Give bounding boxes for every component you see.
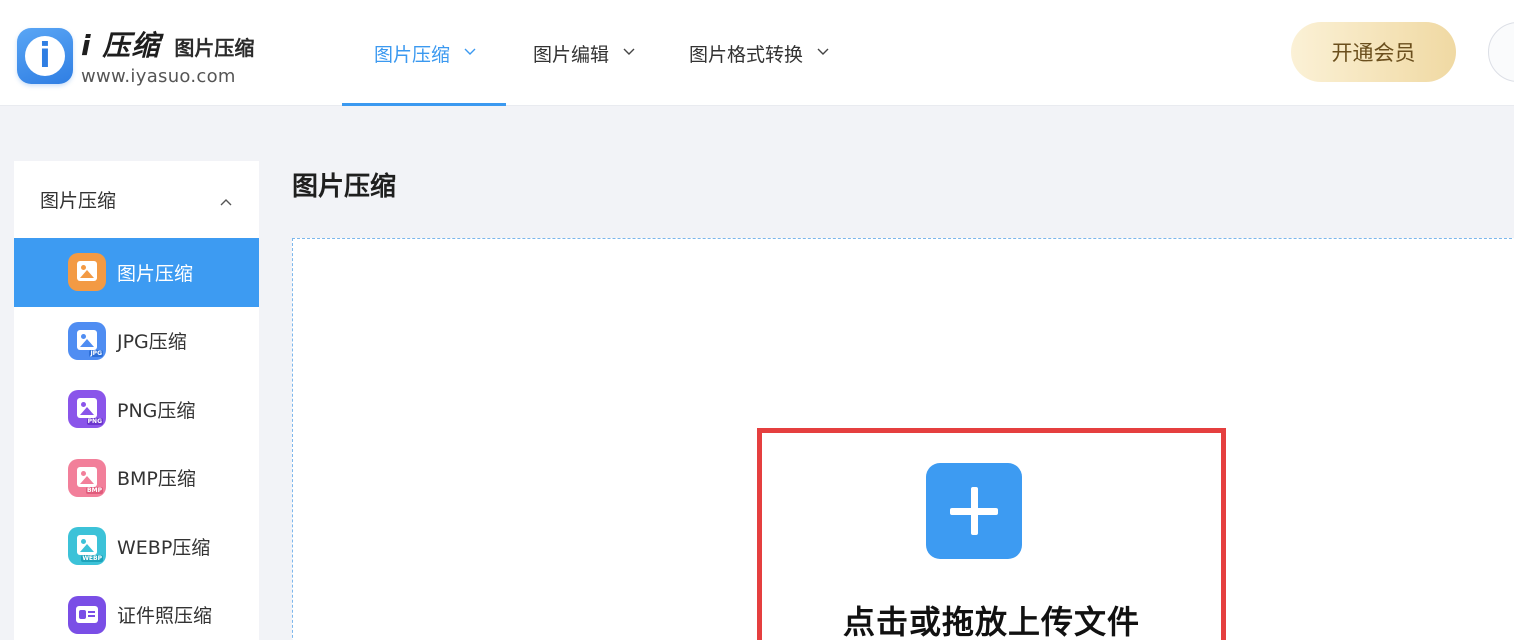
nav-label: 图片压缩 (373, 43, 450, 66)
sidebar-item-jpg[interactable]: JPG JPG压缩 (14, 307, 259, 376)
sidebar-item-label: PNG压缩 (117, 399, 196, 422)
sidebar-group-label: 图片压缩 (40, 190, 117, 212)
icon-tag: JPG (89, 349, 103, 357)
sidebar-item-id-photo[interactable]: 证件照压缩 (14, 581, 259, 640)
chevron-down-icon (817, 48, 829, 58)
avatar[interactable] (1488, 22, 1514, 82)
png-icon: PNG (68, 390, 106, 429)
sidebar-item-label: 证件照压缩 (117, 605, 213, 628)
sidebar-item-bmp[interactable]: BMP BMP压缩 (14, 444, 259, 513)
sidebar-item-image-compress[interactable]: 图片压缩 (14, 238, 259, 307)
nav-label: 图片格式转换 (689, 43, 804, 66)
nav-image-edit[interactable]: 图片编辑 (533, 0, 635, 106)
sidebar: 图片压缩 图片压缩 JPG JPG压缩 PNG PNG压缩 BMP BMP压缩 … (14, 161, 259, 640)
site-logo[interactable]: i i 压缩 图片压缩 www.iyasuo.com (17, 24, 254, 87)
icon-tag: WEBP (81, 555, 103, 563)
nav-format-convert[interactable]: 图片格式转换 (689, 0, 829, 106)
chevron-down-icon (623, 48, 635, 58)
sidebar-list: 图片压缩 JPG JPG压缩 PNG PNG压缩 BMP BMP压缩 WEBP … (14, 238, 259, 640)
chevron-down-icon (464, 48, 476, 58)
upload-label: 点击或拖放上传文件 (842, 603, 1140, 640)
webp-icon: WEBP (68, 527, 106, 566)
logo-brand: i 压缩 (81, 29, 161, 62)
sidebar-item-png[interactable]: PNG PNG压缩 (14, 375, 259, 444)
upload-button[interactable]: 点击或拖放上传文件 (757, 428, 1226, 640)
icon-tag: PNG (86, 418, 103, 426)
vip-button[interactable]: 开通会员 (1291, 22, 1456, 82)
id-card-icon (68, 595, 106, 634)
sidebar-item-webp[interactable]: WEBP WEBP压缩 (14, 512, 259, 581)
sidebar-item-label: JPG压缩 (117, 331, 187, 354)
image-compress-icon (68, 253, 106, 292)
logo-url: www.iyasuo.com (81, 66, 236, 87)
sidebar-item-label: WEBP压缩 (117, 536, 211, 559)
nav-image-compress[interactable]: 图片压缩 (342, 0, 506, 106)
main-nav: 图片压缩 图片编辑 图片格式转换 (342, 0, 829, 106)
jpg-icon: JPG (68, 321, 106, 360)
icon-tag: BMP (86, 486, 103, 494)
logo-text: i 压缩 图片压缩 www.iyasuo.com (81, 24, 254, 87)
plus-icon (926, 463, 1022, 559)
sidebar-group-header[interactable]: 图片压缩 (14, 161, 259, 238)
sidebar-item-label: 图片压缩 (117, 262, 194, 285)
page-title: 图片压缩 (292, 172, 397, 202)
top-header: i i 压缩 图片压缩 www.iyasuo.com 图片压缩 图片编辑 图片格… (0, 0, 1514, 106)
nav-label: 图片编辑 (533, 43, 610, 66)
sidebar-item-label: BMP压缩 (117, 468, 196, 491)
bmp-icon: BMP (68, 458, 106, 497)
logo-i-icon: i (17, 27, 73, 84)
logo-subtitle: 图片压缩 (174, 36, 255, 60)
chevron-up-icon (219, 193, 233, 207)
